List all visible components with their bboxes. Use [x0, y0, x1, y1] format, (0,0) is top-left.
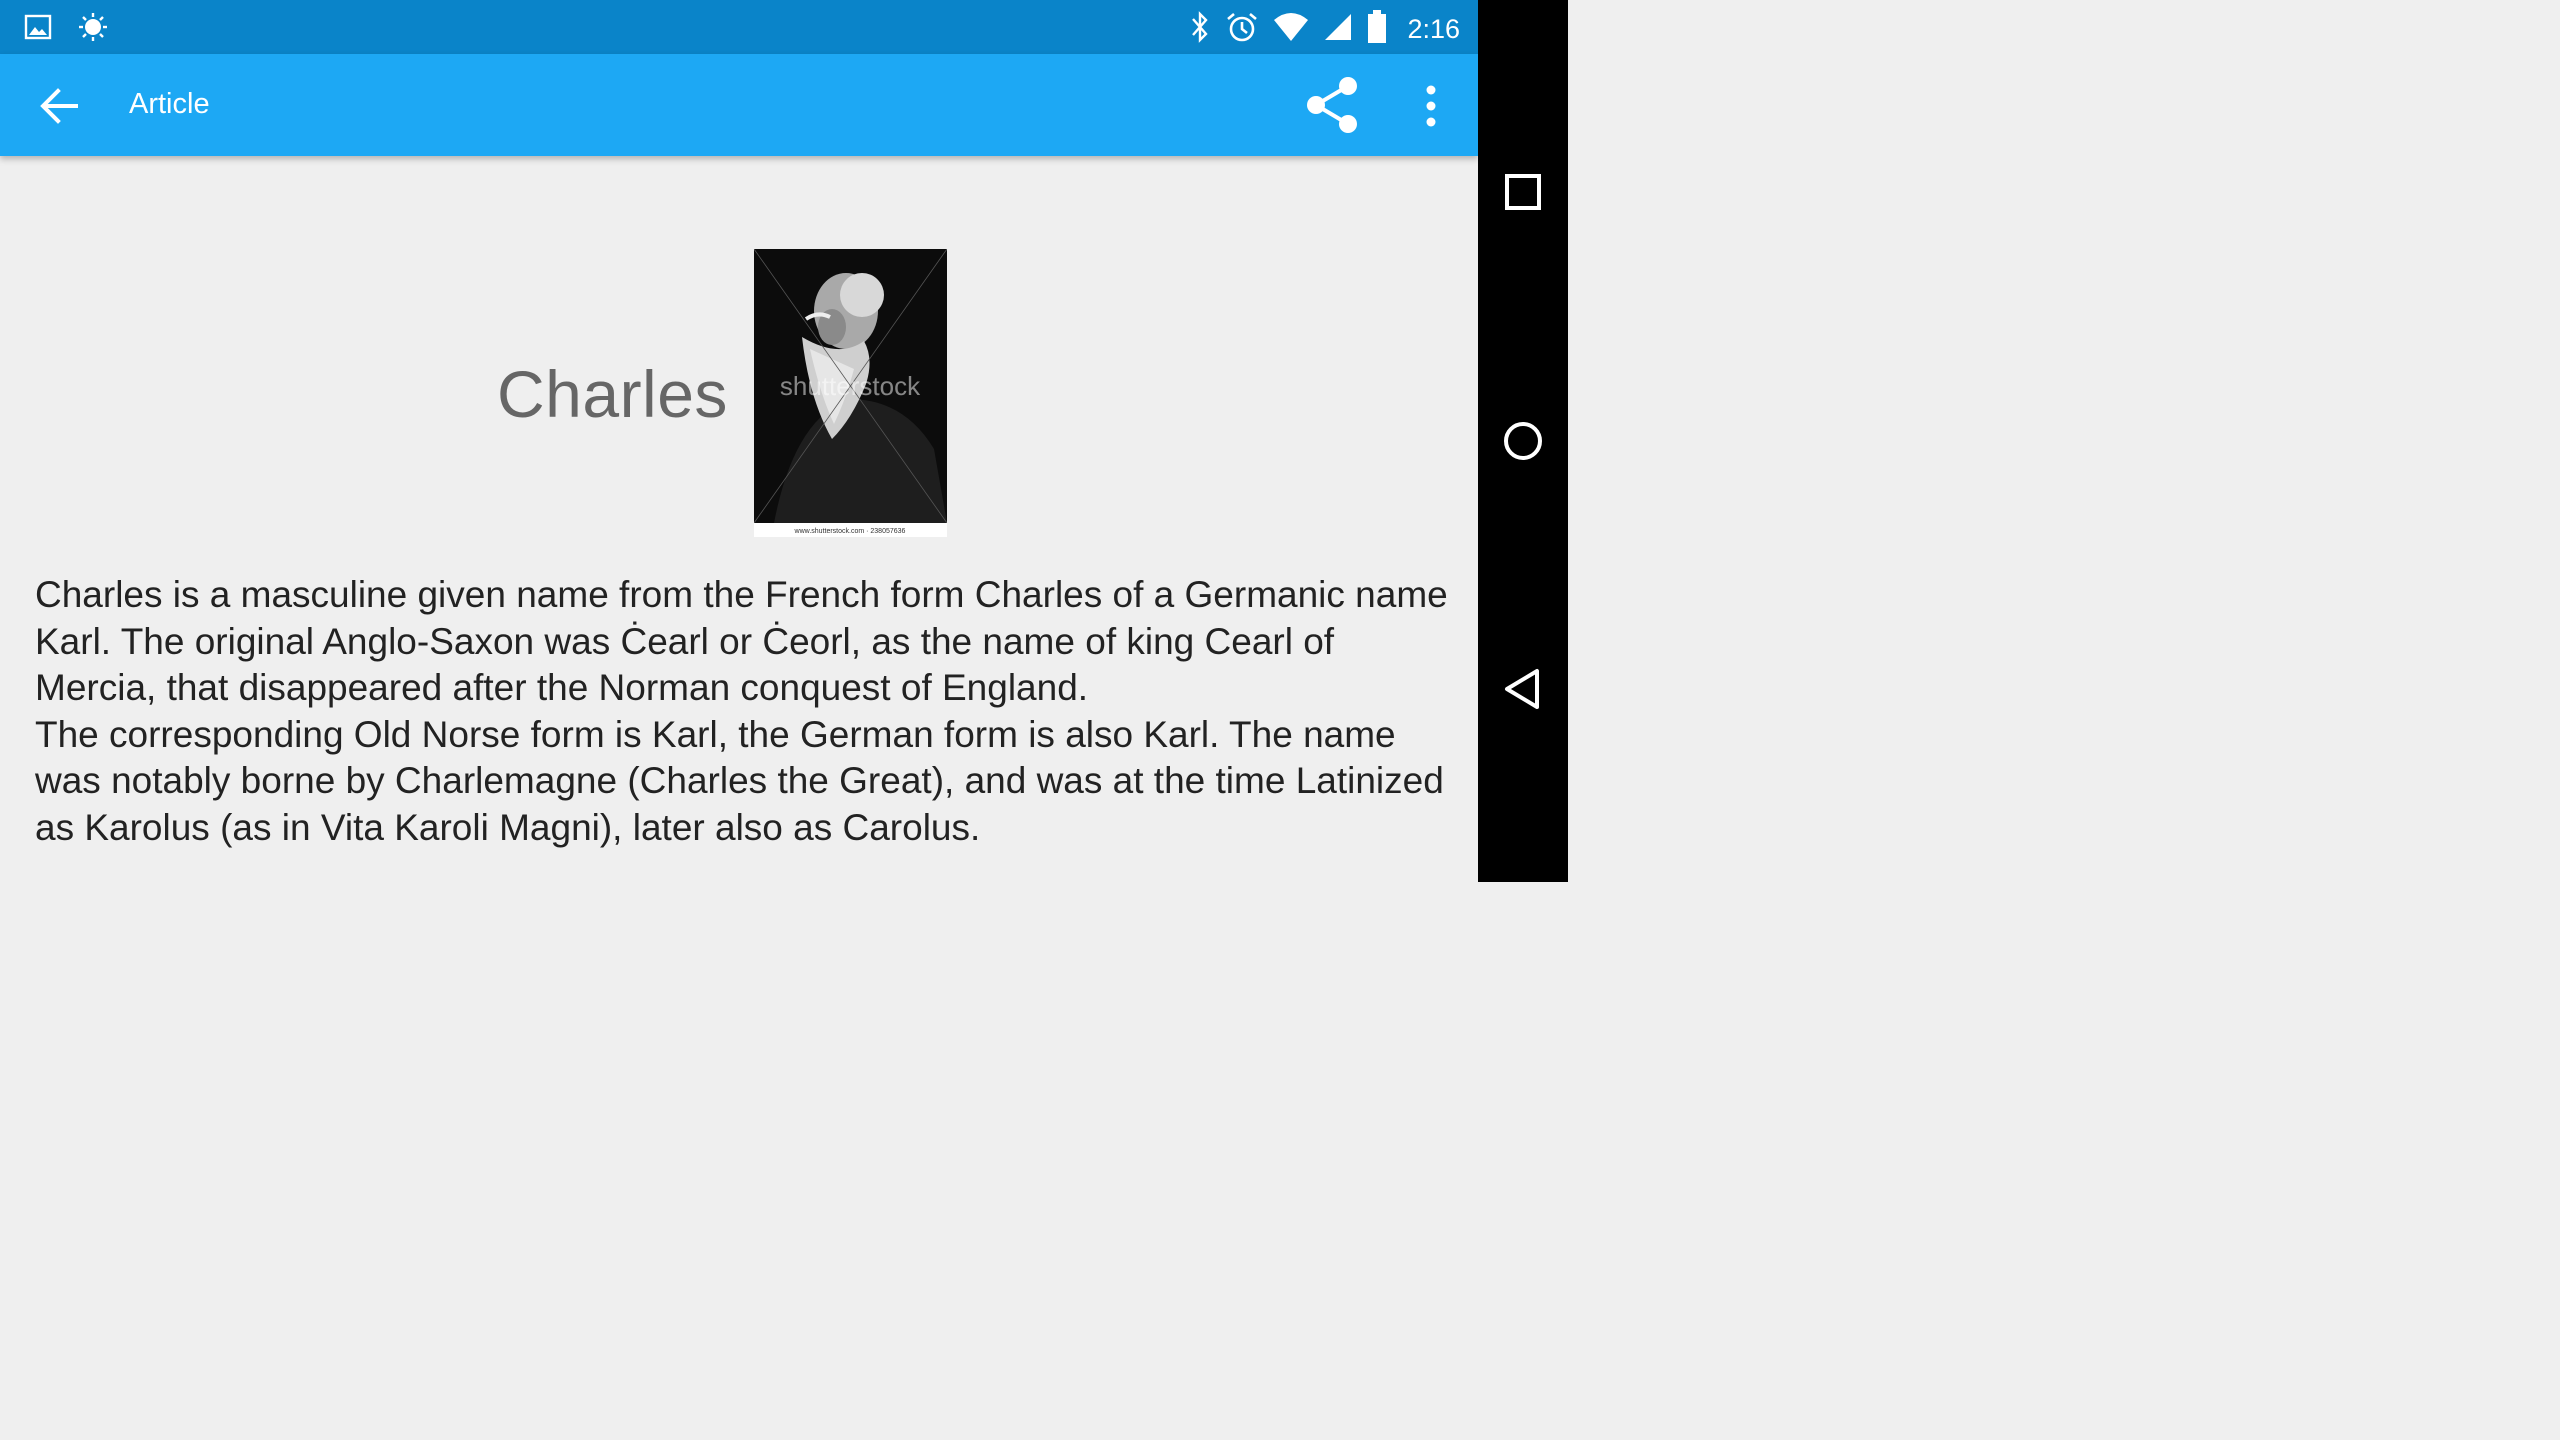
- recents-button[interactable]: [1499, 168, 1547, 216]
- brightness-icon: [78, 12, 108, 47]
- watermark-text: shutterstock: [780, 371, 921, 401]
- share-button[interactable]: [1302, 74, 1362, 136]
- share-icon: [1307, 77, 1357, 133]
- battery-icon: [1367, 10, 1387, 49]
- portrait-image: shutterstock www.shutterstock.com · 2380…: [753, 248, 948, 537]
- recents-square-icon: [1505, 174, 1541, 210]
- home-button[interactable]: [1499, 417, 1547, 465]
- arrow-back-icon: [40, 88, 78, 124]
- bluetooth-icon: [1189, 10, 1211, 49]
- more-vert-icon: [1426, 85, 1436, 127]
- back-triangle-icon: [1505, 669, 1539, 709]
- more-options-button[interactable]: [1414, 82, 1448, 130]
- article-content: Charles shutterstock www.shutterstock.co…: [0, 156, 1478, 882]
- nav-back-button[interactable]: [1499, 665, 1547, 713]
- app-title: Article: [129, 88, 210, 120]
- status-time: 2:16: [1407, 14, 1460, 44]
- article-paragraph: Charles is a masculine given name from t…: [35, 574, 1448, 708]
- app-bar: Article: [0, 54, 1478, 156]
- back-button[interactable]: [36, 84, 84, 128]
- image-caption: www.shutterstock.com · 238057636: [794, 528, 906, 535]
- wifi-icon: [1273, 12, 1309, 47]
- cell-signal-icon: [1323, 12, 1353, 47]
- home-circle-icon: [1504, 422, 1542, 460]
- image-notification-icon: [24, 13, 52, 46]
- article-heading: Charles: [497, 357, 728, 431]
- article-paragraph: The corresponding Old Norse form is Karl…: [35, 713, 1444, 848]
- status-bar: 2:16: [0, 0, 1478, 54]
- navigation-bar: [1478, 0, 1568, 882]
- alarm-icon: [1225, 10, 1259, 49]
- article-body: Charles is a masculine given name from t…: [35, 572, 1455, 851]
